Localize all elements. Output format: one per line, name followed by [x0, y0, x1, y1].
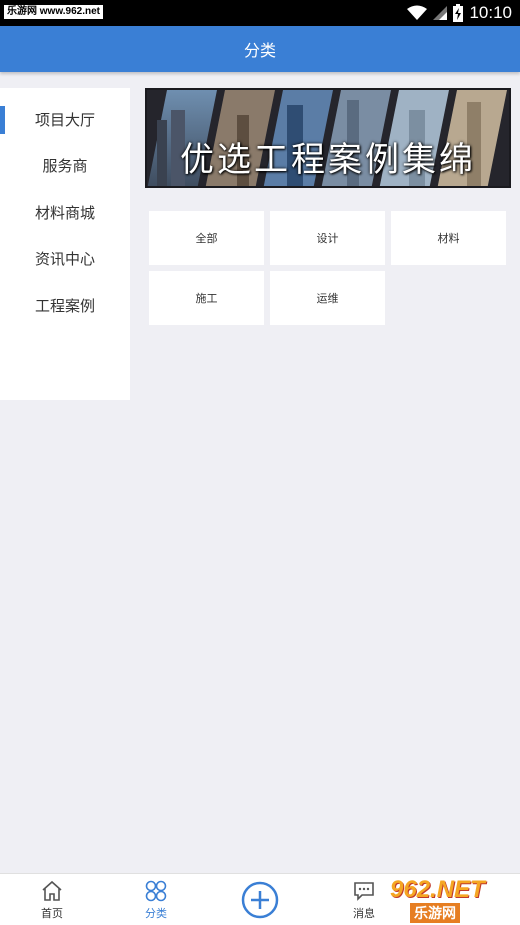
- status-time: 10:10: [469, 3, 512, 22]
- promo-banner[interactable]: 优选工程案例集绵: [145, 88, 511, 188]
- category-design-button[interactable]: 设计: [270, 211, 385, 265]
- app-header: 分类: [0, 26, 520, 72]
- site-watermark-logo: 962.NET 乐游网: [380, 876, 516, 923]
- nav-home[interactable]: 首页: [0, 874, 104, 925]
- nav-home-label: 首页: [41, 907, 63, 920]
- category-construction-button[interactable]: 施工: [149, 271, 264, 325]
- sidebar-item-label: 材料商城: [34, 203, 95, 222]
- status-watermark: 乐游网 www.962.net: [4, 5, 103, 19]
- page-title: 分类: [243, 41, 276, 60]
- nav-category[interactable]: 分类: [104, 874, 208, 925]
- nav-add-button[interactable]: [208, 874, 312, 925]
- sidebar-item-material-mall[interactable]: 材料商城: [0, 181, 130, 228]
- banner-text: 优选工程案例集绵: [180, 140, 476, 180]
- sidebar-item-project-hall[interactable]: 项目大厅: [0, 88, 130, 135]
- category-all-button[interactable]: 全部: [149, 211, 264, 265]
- status-bar: 乐游网 www.962.net 10:10: [0, 0, 520, 26]
- nav-messages-label: 消息: [353, 907, 375, 920]
- sidebar-item-engineering-cases[interactable]: 工程案例: [0, 274, 130, 321]
- category-maintenance-button[interactable]: 运维: [270, 271, 385, 325]
- status-icons: 10:10: [407, 0, 512, 26]
- sidebar-item-label: 服务商: [42, 157, 88, 176]
- battery-icon: [453, 4, 464, 22]
- add-icon: [241, 881, 279, 919]
- sidebar-item-label: 资讯中心: [34, 250, 95, 269]
- watermark-bottom: 乐游网: [410, 903, 460, 923]
- sidebar-item-label: 项目大厅: [34, 110, 95, 129]
- category-material-button[interactable]: 材料: [391, 211, 506, 265]
- message-icon: [354, 882, 374, 901]
- wifi-icon: [407, 5, 428, 20]
- signal-icon: [433, 6, 448, 20]
- nav-category-label: 分类: [145, 907, 167, 920]
- sidebar: 项目大厅 服务商 材料商城 资讯中心 工程案例: [0, 88, 130, 400]
- sidebar-item-label: 工程案例: [34, 296, 95, 315]
- sidebar-item-service-provider[interactable]: 服务商: [0, 135, 130, 182]
- category-icon: [145, 880, 167, 902]
- sidebar-item-news-center[interactable]: 资讯中心: [0, 228, 130, 275]
- home-icon: [42, 880, 62, 901]
- watermark-top: 962.NET: [390, 876, 485, 903]
